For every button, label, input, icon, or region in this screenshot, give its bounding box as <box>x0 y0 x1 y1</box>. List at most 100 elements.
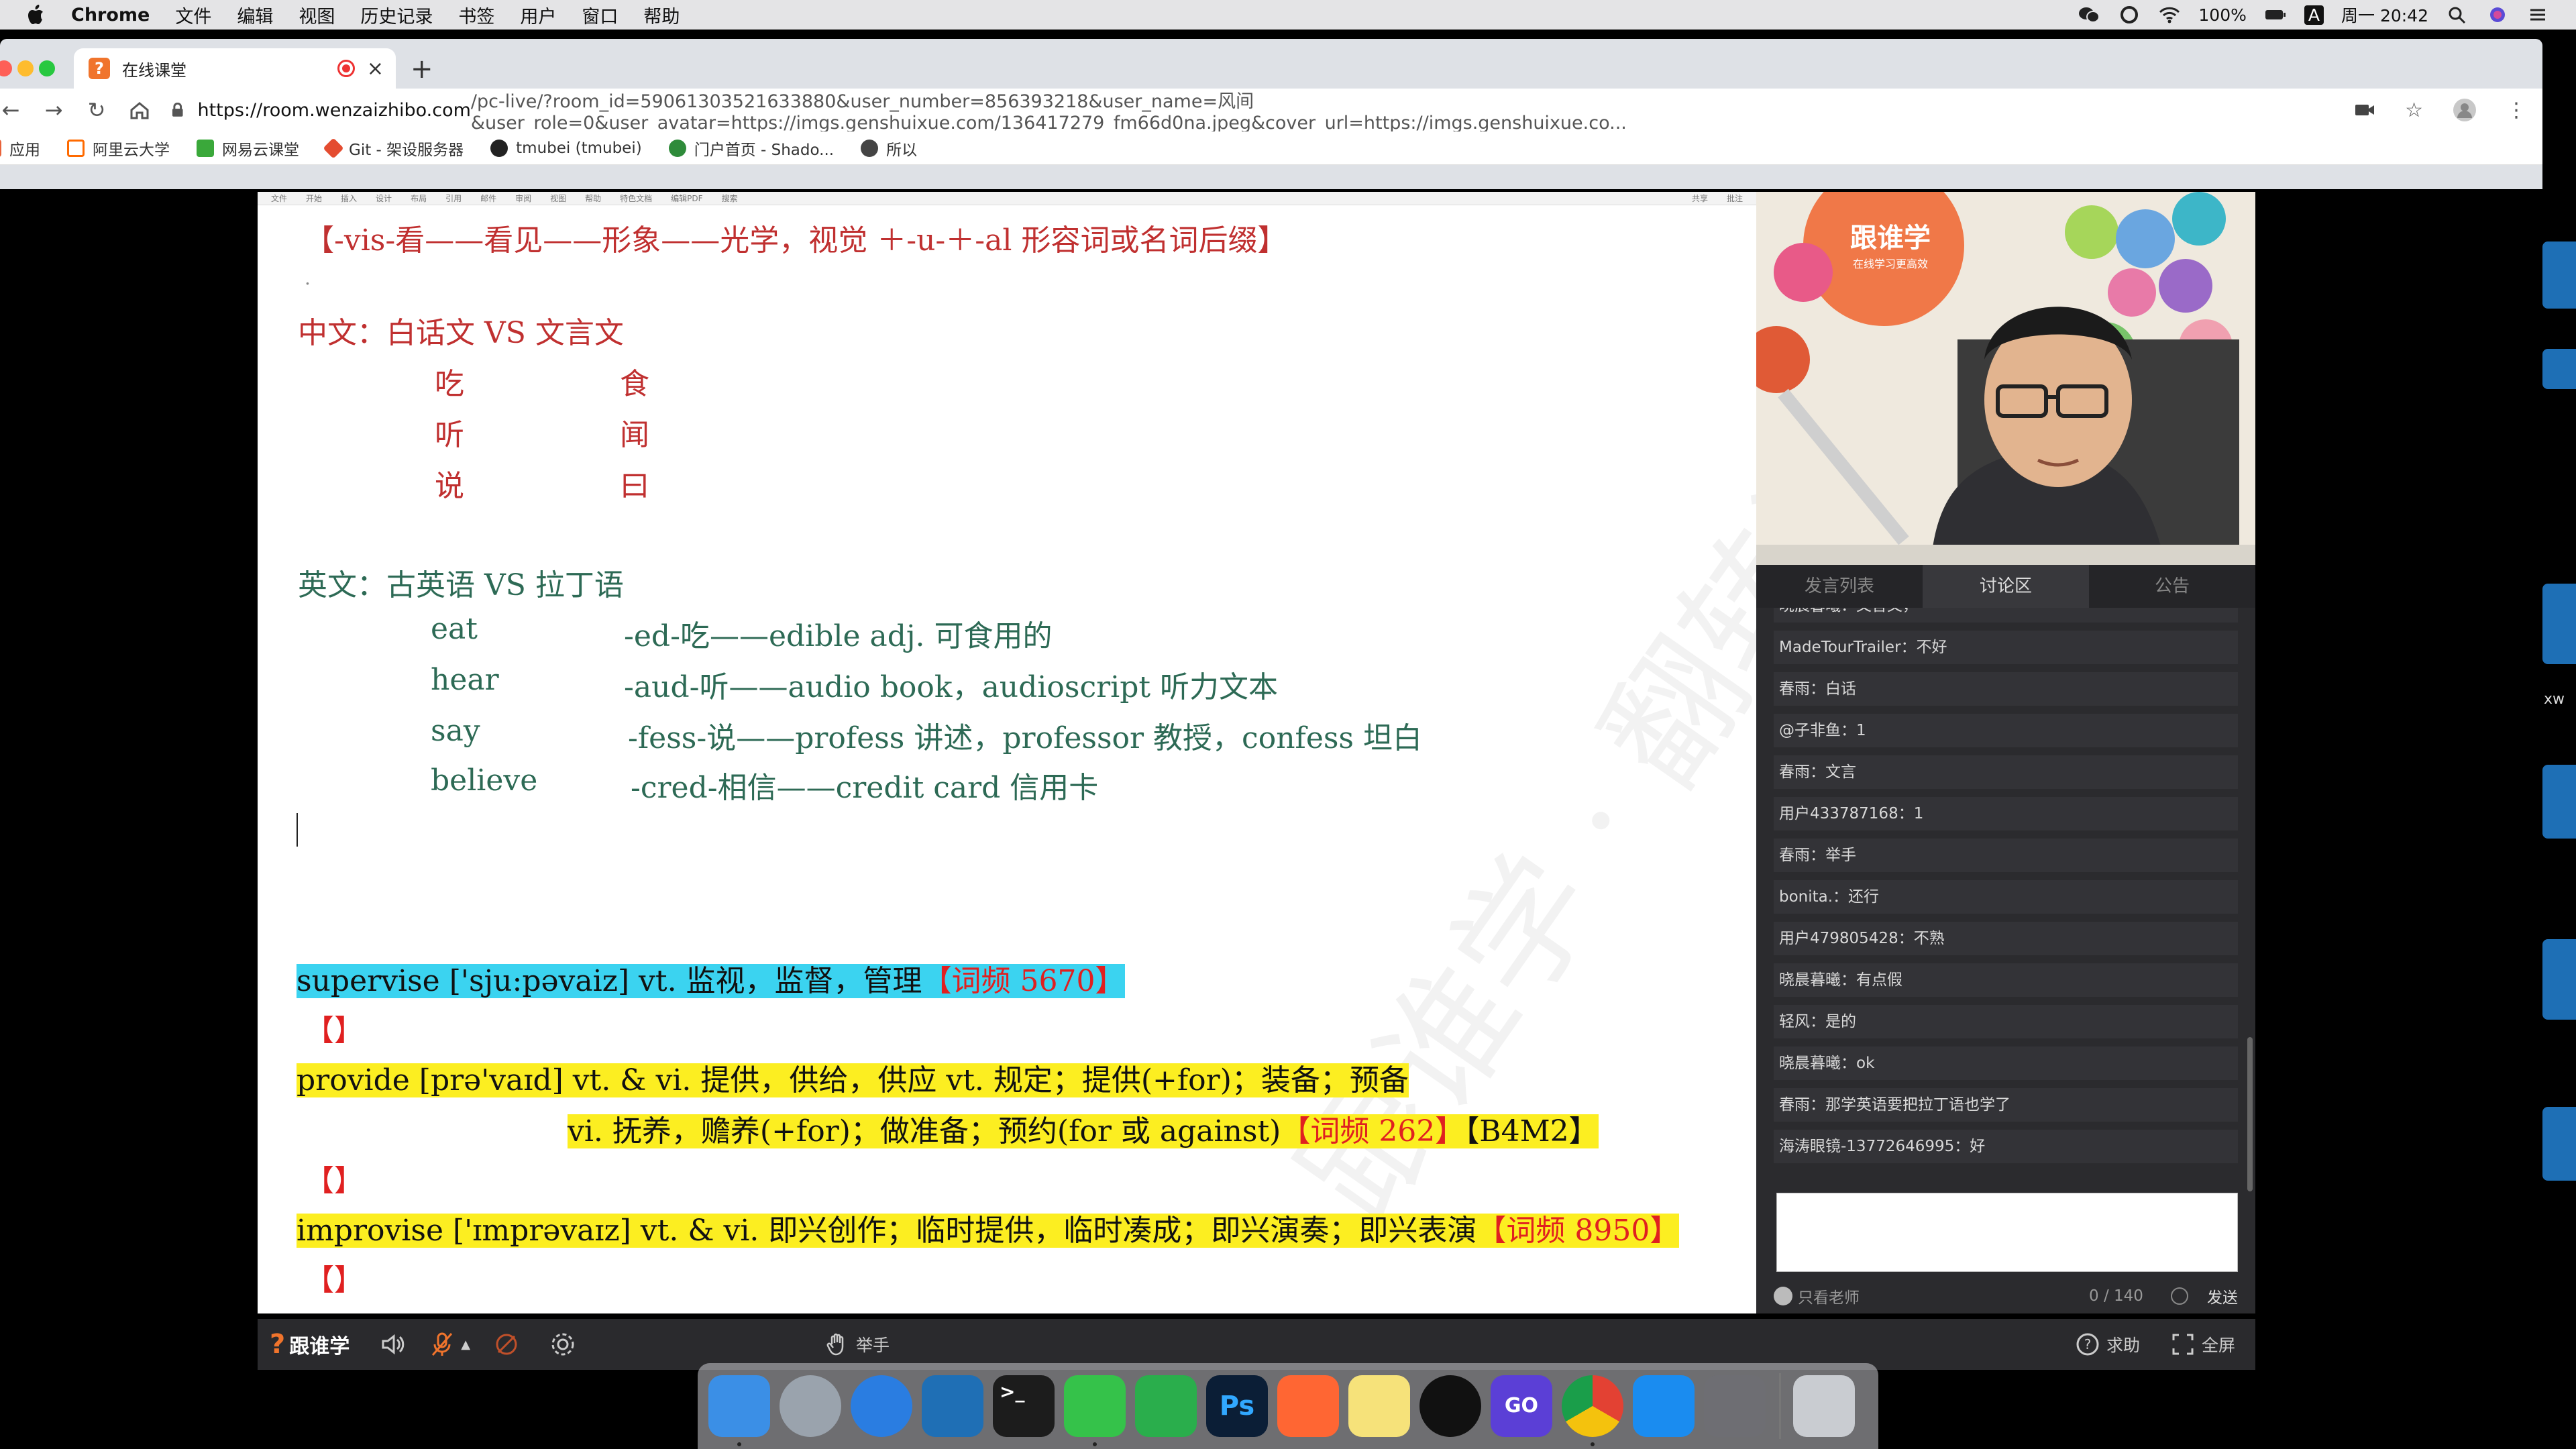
bookmark-apps[interactable]: 应用 <box>0 137 40 160</box>
dock-safari-icon[interactable] <box>851 1375 912 1437</box>
apple-menu-icon[interactable] <box>27 5 44 25</box>
menu-help[interactable]: 帮助 <box>643 2 680 28</box>
bookmark-aliyun[interactable]: 阿里云大学 <box>67 137 170 160</box>
globe-icon <box>861 139 879 157</box>
menu-history[interactable]: 历史记录 <box>360 2 433 28</box>
chrome-window: ? 在线课堂 × + ← → ↻ https://room.wenzaizhib… <box>0 39 2542 189</box>
menu-edit[interactable]: 编辑 <box>237 2 273 28</box>
dock-chrome-icon[interactable] <box>1562 1375 1623 1446</box>
provide-definition: provide [prə'vaɪd] vt. & vi. 提供，供给，供应 vt… <box>297 1063 1409 1097</box>
menu-people[interactable]: 用户 <box>520 2 556 28</box>
reload-button[interactable]: ↻ <box>75 97 118 123</box>
fullscreen-label: 全屏 <box>2202 1336 2236 1355</box>
bookmark-git[interactable]: Git - 架设服务器 <box>323 137 464 160</box>
bookmark-star-icon[interactable]: ☆ <box>2405 99 2423 122</box>
emoji-icon[interactable] <box>2171 1287 2188 1305</box>
fullscreen-button[interactable]: 全屏 <box>2171 1332 2235 1356</box>
improvise-definition: improvise ['ɪmprəvaɪz] vt. & vi. 即兴创作；临时… <box>297 1214 1477 1248</box>
dock-goland-icon[interactable]: GO <box>1491 1375 1552 1437</box>
video-logo-text: 跟谁学 <box>1850 223 1931 254</box>
send-button[interactable]: 发送 <box>2207 1285 2238 1307</box>
help-button[interactable]: ? 求助 <box>2076 1332 2140 1356</box>
menu-clock[interactable]: 周一 20:42 <box>2341 3 2428 27</box>
chat-message: 轻风：是的 <box>1774 1005 2238 1038</box>
provide-entry: provide [prə'vaɪd] vt. & vi. 提供，供给，供应 vt… <box>297 1056 1409 1099</box>
bookmark-label: 阿里云大学 <box>93 141 170 159</box>
chat-message-list[interactable]: 晓晨暮曦：文言文， MadeTourTrailer：不好 春雨：白话 @子非鱼：… <box>1774 608 2238 1185</box>
dock-system-preferences-icon[interactable] <box>1704 1375 1766 1437</box>
teacher-only-toggle[interactable] <box>1774 1287 1792 1305</box>
classroom-toolbar: ? 跟谁学 ▲ 举手 ? 求助 全屏 <box>258 1319 2255 1370</box>
dock-cloud-icon[interactable] <box>1277 1375 1339 1437</box>
dock-app-store-icon[interactable] <box>1633 1375 1695 1437</box>
browser-menu-icon[interactable]: ⋮ <box>2506 99 2526 122</box>
dock-separator <box>1779 1373 1781 1439</box>
wifi-icon[interactable] <box>2158 5 2181 24</box>
raise-hand-label: 举手 <box>856 1336 890 1355</box>
new-tab-button[interactable]: + <box>411 54 433 85</box>
tab-close-icon[interactable]: × <box>367 57 384 80</box>
dock-finder-icon[interactable] <box>708 1375 770 1446</box>
bookmark-163-study[interactable]: 网易云课堂 <box>197 137 299 160</box>
window-close-button[interactable] <box>0 60 12 76</box>
speaker-icon[interactable] <box>379 1331 406 1358</box>
window-minimize-button[interactable] <box>17 60 34 76</box>
chinese-pair: 闻 <box>620 418 649 452</box>
window-maximize-button[interactable] <box>39 60 55 76</box>
chinese-pair: 吃 <box>435 367 464 401</box>
siri-icon[interactable] <box>2486 5 2509 24</box>
english-root: -ed-吃——edible adj. 可食用的 <box>624 619 1053 653</box>
dock-launchpad-icon[interactable] <box>780 1375 841 1437</box>
tab-speaker-list[interactable]: 发言列表 <box>1756 565 1923 608</box>
chat-message: 春雨：那学英语要把拉丁语也学了 <box>1774 1088 2238 1122</box>
dock-evernote-icon[interactable] <box>1135 1375 1197 1437</box>
dock-trash-icon[interactable] <box>1793 1375 1855 1437</box>
home-button[interactable] <box>118 98 161 122</box>
cloud-status-icon[interactable] <box>2118 5 2141 24</box>
bookmark-shadowsocks[interactable]: 门户首页 - Shado... <box>668 137 834 160</box>
tab-discussion[interactable]: 讨论区 <box>1923 565 2089 608</box>
ribbon-item: 邮件 <box>480 194 497 203</box>
bookmark-label: 所以 <box>886 141 918 159</box>
menu-window[interactable]: 窗口 <box>582 2 618 28</box>
provide-definition-2: vi. 抚养，赡养(+for)；做准备；预约(for 或 against) <box>568 1114 1281 1148</box>
wechat-status-icon[interactable] <box>2078 5 2100 24</box>
menu-bookmarks[interactable]: 书签 <box>458 2 494 28</box>
chat-scrollbar[interactable] <box>2247 1037 2253 1191</box>
dock-qq-icon[interactable] <box>1419 1375 1481 1437</box>
menu-file[interactable]: 文件 <box>175 2 211 28</box>
microphone-dropdown-icon[interactable]: ▲ <box>461 1338 470 1352</box>
menu-app-name[interactable]: Chrome <box>71 5 150 25</box>
camera-disabled-icon[interactable] <box>493 1331 520 1358</box>
input-method-indicator[interactable]: A <box>2304 5 2324 25</box>
dock-terminal-icon[interactable]: >_ <box>993 1375 1055 1437</box>
notification-center-icon[interactable] <box>2526 5 2549 24</box>
bookmark-suoyi[interactable]: 所以 <box>861 137 917 160</box>
spotlight-search-icon[interactable] <box>2446 5 2469 24</box>
github-icon <box>490 139 508 157</box>
chat-message: MadeTourTrailer：不好 <box>1774 631 2238 664</box>
menu-view[interactable]: 视图 <box>299 2 335 28</box>
forward-button[interactable]: → <box>32 97 75 123</box>
dock-photoshop-icon[interactable]: Ps <box>1206 1375 1268 1437</box>
profile-avatar-icon[interactable] <box>2453 98 2477 122</box>
camera-in-use-icon[interactable] <box>2354 102 2375 118</box>
bookmark-github[interactable]: tmubei (tmubei) <box>490 139 642 157</box>
dock-vscode-icon[interactable] <box>922 1375 983 1437</box>
settings-gear-icon[interactable] <box>549 1331 576 1358</box>
provide-frequency: 【词频 262】 <box>1281 1114 1465 1148</box>
teacher-video[interactable]: 跟谁学 在线学习更高效 <box>1756 192 2255 565</box>
microphone-icon[interactable] <box>429 1331 455 1358</box>
aliyun-icon <box>67 139 85 157</box>
raise-hand-button[interactable]: 举手 <box>826 1332 890 1356</box>
back-button[interactable]: ← <box>0 97 32 123</box>
browser-tab[interactable]: ? 在线课堂 × <box>74 48 396 89</box>
dock-stickies-icon[interactable] <box>1348 1375 1410 1437</box>
address-bar[interactable]: https://room.wenzaizhibo.com/pc-live/?ro… <box>171 91 2358 133</box>
dock-wechat-icon[interactable] <box>1064 1375 1126 1446</box>
tab-announcement[interactable]: 公告 <box>2089 565 2255 608</box>
git-icon <box>323 137 344 159</box>
battery-icon[interactable] <box>2264 5 2287 24</box>
vis-root-line: 【-vis-看——看见——形象——光学，视觉 ＋-u-＋-al 形容词或名词后缀… <box>305 223 1287 258</box>
chat-input[interactable] <box>1776 1193 2238 1272</box>
